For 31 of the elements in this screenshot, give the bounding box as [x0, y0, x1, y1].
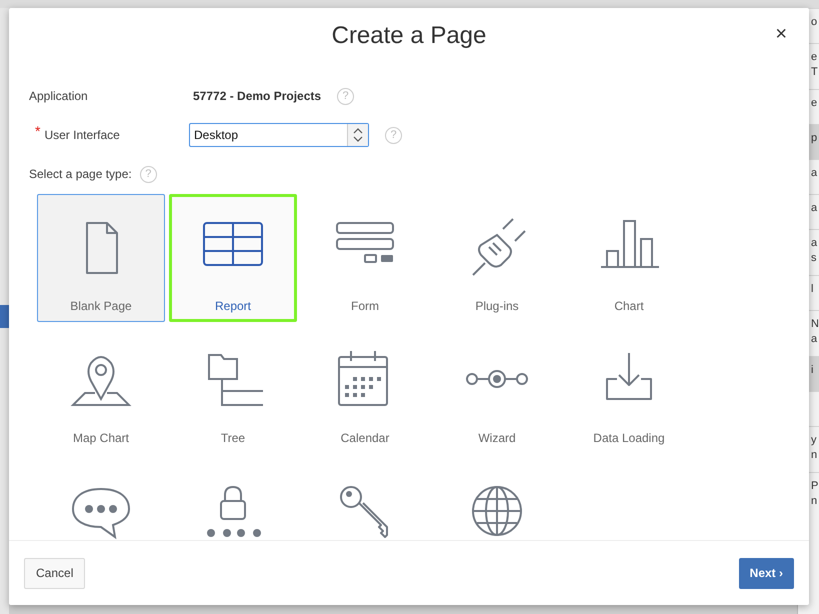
background-text: e [811, 50, 818, 65]
field-label: User Interface [44, 127, 120, 144]
dialog-title: Create a Page [332, 22, 486, 51]
background-text: n [811, 494, 818, 509]
field-label: Application [29, 88, 88, 105]
background-text: T [811, 65, 819, 80]
sidebar-item-highlight [0, 305, 9, 328]
background-text: a [811, 236, 818, 251]
background-text: e [811, 96, 818, 111]
spinner-icon [353, 128, 363, 142]
background-text: l [811, 282, 814, 297]
background-text: P [811, 479, 819, 494]
page-type-tile[interactable]: Blank Page [37, 194, 165, 322]
background-text: y [811, 433, 818, 448]
background-text: s [811, 251, 818, 266]
background-text: N [811, 317, 819, 332]
background-text: a [811, 201, 818, 216]
next-button[interactable]: Next › [738, 558, 794, 588]
background-text: a [811, 166, 818, 181]
background-text: n [811, 448, 818, 463]
required-marker: * [35, 122, 40, 140]
background-text: o [811, 15, 818, 30]
close-button[interactable]: × [773, 24, 789, 44]
cancel-button[interactable]: Cancel [24, 558, 86, 588]
background-text: a [811, 332, 818, 347]
field-value: 57772 - Demo Projects [193, 88, 322, 105]
field-label: Select a page type: [29, 166, 132, 183]
background-text: i [811, 363, 814, 378]
background-text: p [811, 131, 818, 146]
select-field[interactable]: Desktop [189, 123, 369, 147]
page-type-tile[interactable]: Report [169, 194, 297, 322]
